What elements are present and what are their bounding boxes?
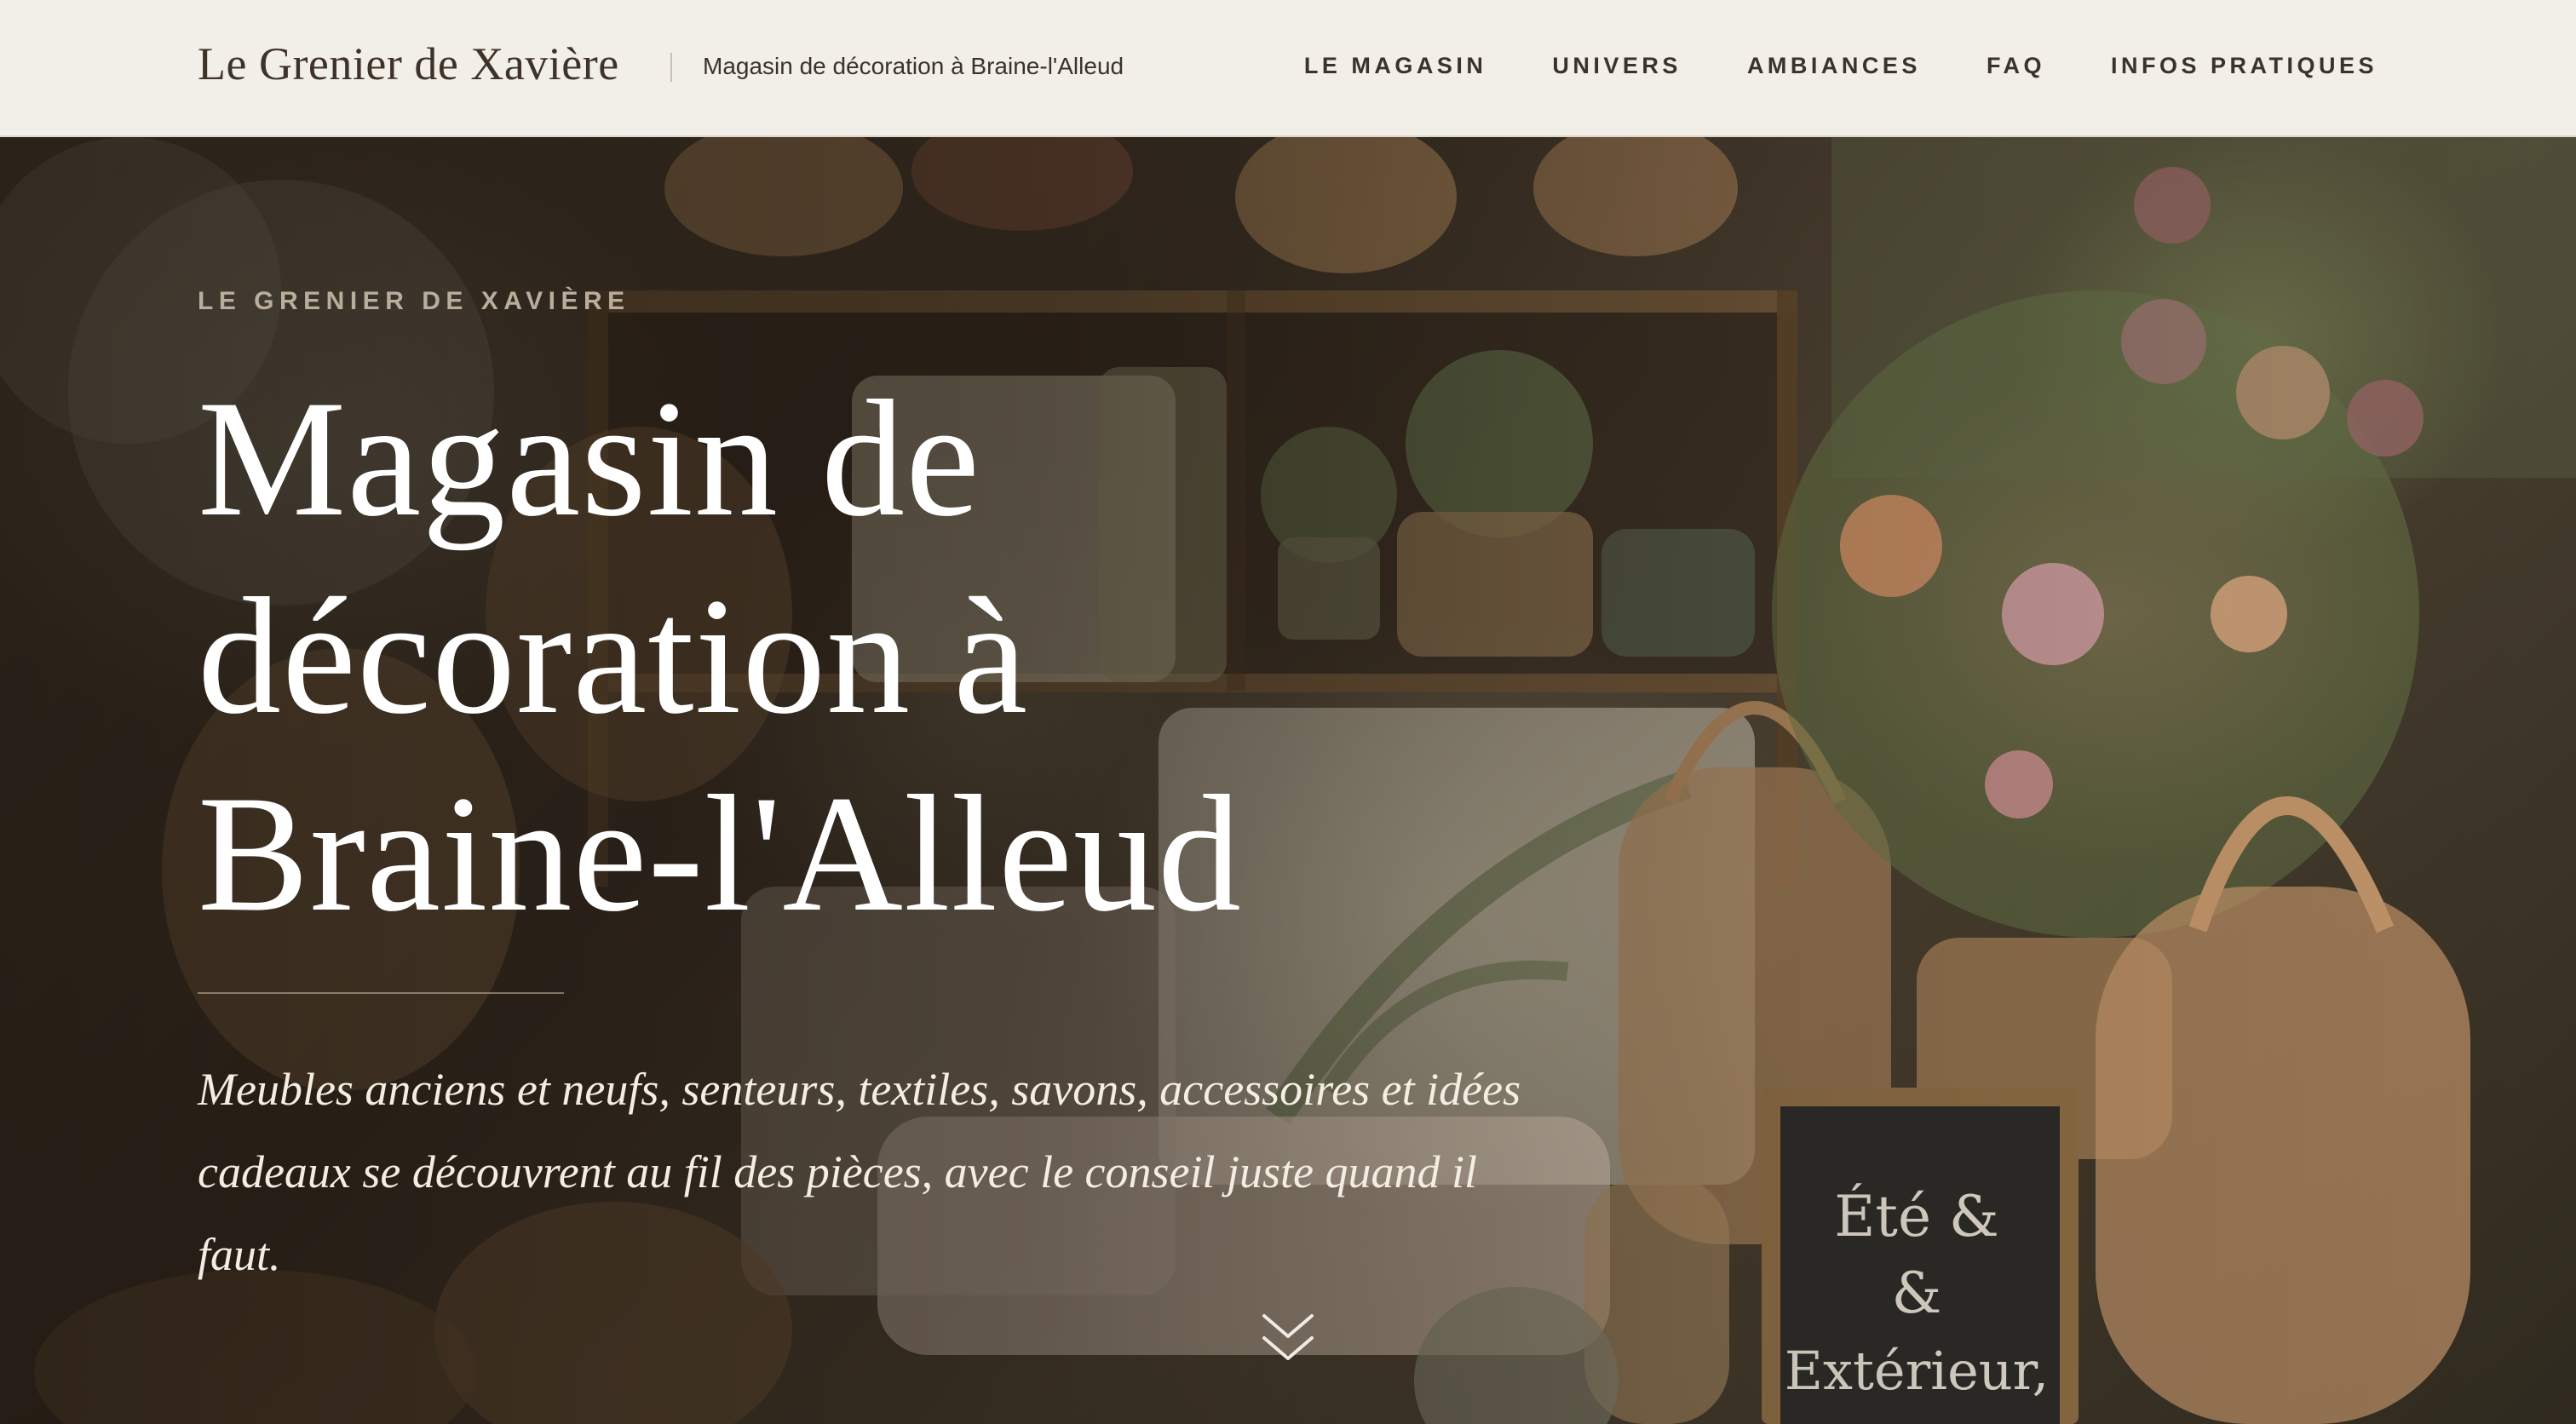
header-tagline: Magasin de décoration à Braine-l'Alleud [703,53,1124,79]
nav-item-faq[interactable]: FAQ [1987,53,2045,79]
main-nav: LE MAGASIN UNIVERS AMBIANCES FAQ INFOS P… [1304,53,2378,79]
hero-description: Meubles anciens et neufs, senteurs, text… [198,1064,1521,1280]
nav-item-ambiances[interactable]: AMBIANCES [1747,53,1921,79]
nav-item-le-magasin[interactable]: LE MAGASIN [1304,53,1487,79]
nav-item-univers[interactable]: UNIVERS [1552,53,1682,79]
hero-section: Été & & Extérieur, LE GRENIER DE XAVIÈRE… [0,137,2576,1424]
hero-eyebrow: LE GRENIER DE XAVIÈRE [198,287,630,315]
brand-divider [670,53,672,82]
nav-item-infos-pratiques[interactable]: INFOS PRATIQUES [2111,53,2378,79]
double-chevron-down-icon[interactable] [1259,1311,1317,1369]
site-header: Le Grenier de Xavière Magasin de décorat… [0,0,2576,137]
hero-divider [198,992,564,994]
hero-title: Magasin de décoration à Braine-l'Alleud [198,366,1242,946]
brand-logo-link[interactable]: Le Grenier de Xavière [198,37,619,90]
